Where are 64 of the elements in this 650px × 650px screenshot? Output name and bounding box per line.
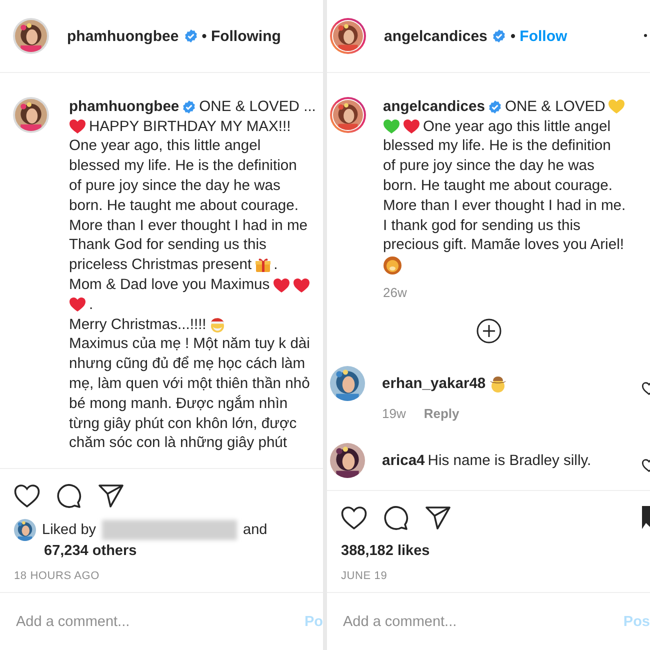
caption-text: One year ago, this little angel <box>69 138 261 154</box>
cowboy-hat-emoji-icon <box>488 375 507 394</box>
more-icon[interactable] <box>644 34 647 37</box>
caption-text: nhưng cũng đủ để mẹ học cách làm <box>69 356 306 372</box>
caption-text: of pure joy since the day he was <box>383 158 594 174</box>
follow-button[interactable]: Following <box>210 28 281 44</box>
caption-text: ONE & LOVED <box>504 98 606 115</box>
comment-age: 19w <box>382 406 406 421</box>
post-age: 26w <box>383 285 408 300</box>
caption-text: of pure joy since the day he was <box>69 178 280 194</box>
caption-text: I thank god for sending us this <box>383 218 580 234</box>
caption-text: More than I ever thought I had in me. <box>383 198 626 214</box>
santa-hat-emoji-icon <box>209 316 226 334</box>
caption-text: HAPPY BIRTHDAY MY MAX!!! <box>89 118 291 135</box>
caption-text: mẹ, làm quen với một thiên thần nhỏ <box>69 376 310 392</box>
caption-text: More than I ever thought I had in me <box>69 218 308 234</box>
avatar-border[interactable] <box>13 18 49 54</box>
bookmark-icon[interactable] <box>642 505 650 531</box>
comment-button[interactable] <box>56 483 82 509</box>
caption-text: born. He taught me about courage. <box>69 198 299 214</box>
caption-text: Maximus của mẹ ! Một năm tuy k dài <box>69 336 310 352</box>
separator-dot: • <box>202 28 207 44</box>
verified-badge-icon <box>182 100 196 114</box>
caption-text: bé mong manh. Được ngắm nhìn <box>69 396 288 412</box>
caption-text: blessed my life. He is the definition <box>69 158 297 174</box>
liked-by-text: and <box>243 521 268 540</box>
username-link[interactable]: angelcandices <box>384 28 488 44</box>
separator-dot: • <box>510 28 516 44</box>
caption-text: born. He taught me about courage. <box>383 178 613 194</box>
likes-count[interactable]: 388,182 likes <box>341 541 650 561</box>
caption-text: ONE & LOVED ... <box>199 98 316 115</box>
caption-text: priceless Christmas present <box>69 257 252 274</box>
load-more-comments-button[interactable] <box>476 318 502 344</box>
verified-badge-icon <box>488 100 502 114</box>
caption-text: Thank God for sending us this <box>69 237 266 254</box>
username-link[interactable]: phamhuongbee <box>67 28 179 44</box>
username-link[interactable]: angelcandices <box>383 98 485 115</box>
share-button[interactable] <box>98 484 124 508</box>
post-date: JUNE 19 <box>341 570 388 582</box>
username-link[interactable]: erhan_yakar48 <box>382 376 486 392</box>
caption-text: Mom & Dad love you Maximus <box>69 277 270 294</box>
like-button[interactable] <box>14 484 40 508</box>
post-date: 18 HOURS AGO <box>14 570 101 582</box>
story-ring[interactable] <box>330 97 366 133</box>
caption-text: . <box>89 296 94 313</box>
caption-text: precious gift. Mamãe loves you Ariel! <box>383 237 624 254</box>
caption-text: . <box>274 257 278 274</box>
caption-text: Merry Christmas...!!!! <box>69 316 206 333</box>
lion-emoji-icon <box>383 256 402 275</box>
like-button[interactable] <box>341 506 367 530</box>
username-link[interactable]: phamhuongbee <box>69 98 180 115</box>
gift-icon <box>254 257 271 274</box>
caption-text: His name is Bradley silly. <box>428 452 592 469</box>
caption-text: chăm sóc con là những giây phút <box>69 435 288 452</box>
caption-text: blessed my life. He is the definition <box>383 138 611 154</box>
liked-by-text: Liked by <box>42 521 96 540</box>
caption-text: One year ago this little angel <box>423 118 611 135</box>
share-button[interactable] <box>425 506 451 530</box>
likes-count[interactable]: 67,234 others <box>14 541 323 561</box>
comment-button[interactable] <box>383 505 409 531</box>
story-ring[interactable] <box>330 18 366 54</box>
caption-text: từng giây phút con khôn lớn, được <box>69 416 297 432</box>
avatar-border[interactable] <box>13 97 49 133</box>
username-link[interactable]: arica4 <box>382 452 425 469</box>
